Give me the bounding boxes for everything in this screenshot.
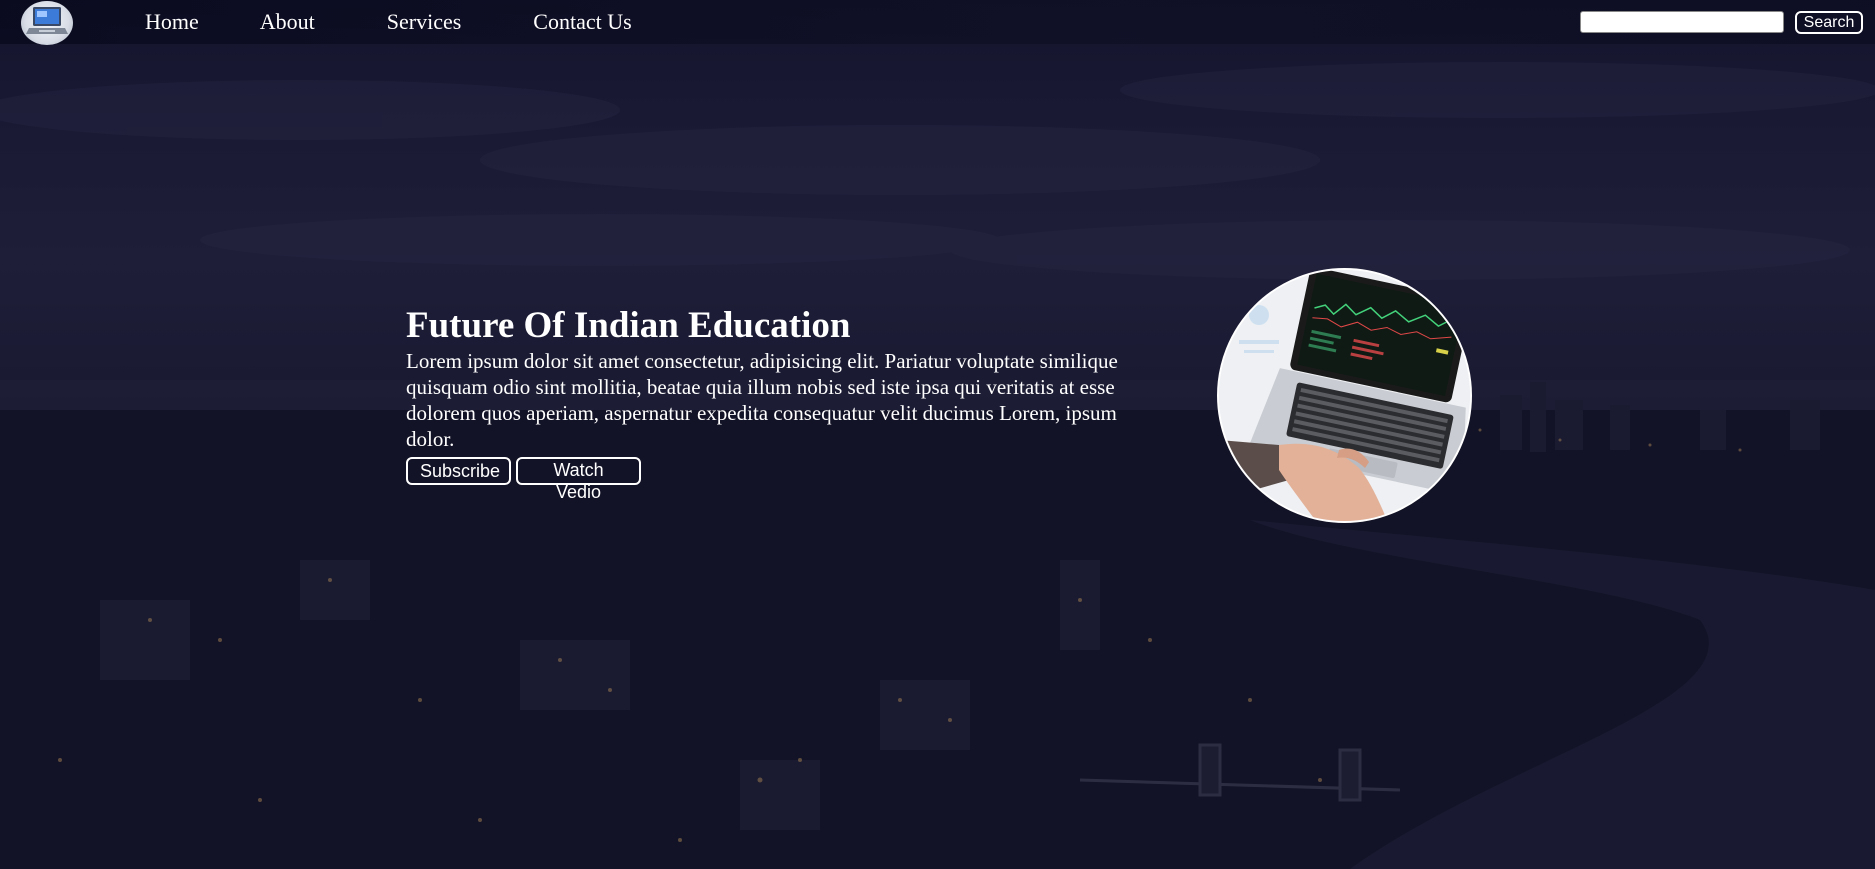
watch-video-button[interactable]: Watch Vedio <box>516 457 641 502</box>
hero-buttons: Subscribe Watch Vedio <box>406 457 641 502</box>
nav-links: Home About Services Contact Us <box>145 8 632 36</box>
hero-title: Future Of Indian Education <box>406 305 851 346</box>
nav-link-services[interactable]: Services <box>387 8 462 36</box>
search-button[interactable]: Search <box>1795 11 1863 34</box>
nav-item-about: About <box>260 8 315 36</box>
nav-link-home[interactable]: Home <box>145 8 199 36</box>
search-input[interactable] <box>1580 11 1784 33</box>
nav-link-contact-us[interactable]: Contact Us <box>533 8 631 36</box>
nav-item-services: Services <box>387 8 462 36</box>
subscribe-button[interactable]: Subscribe <box>406 457 511 485</box>
laptop-logo-icon[interactable] <box>21 1 73 45</box>
navbar: Home About Services Contact Us Search <box>0 0 1875 45</box>
hero-description: Lorem ipsum dolor sit amet consectetur, … <box>406 349 1118 451</box>
nav-link-about[interactable]: About <box>260 8 315 36</box>
nav-item-home: Home <box>145 8 199 36</box>
laptop-photo <box>1217 268 1472 523</box>
nav-item-contact: Contact Us <box>533 8 631 36</box>
